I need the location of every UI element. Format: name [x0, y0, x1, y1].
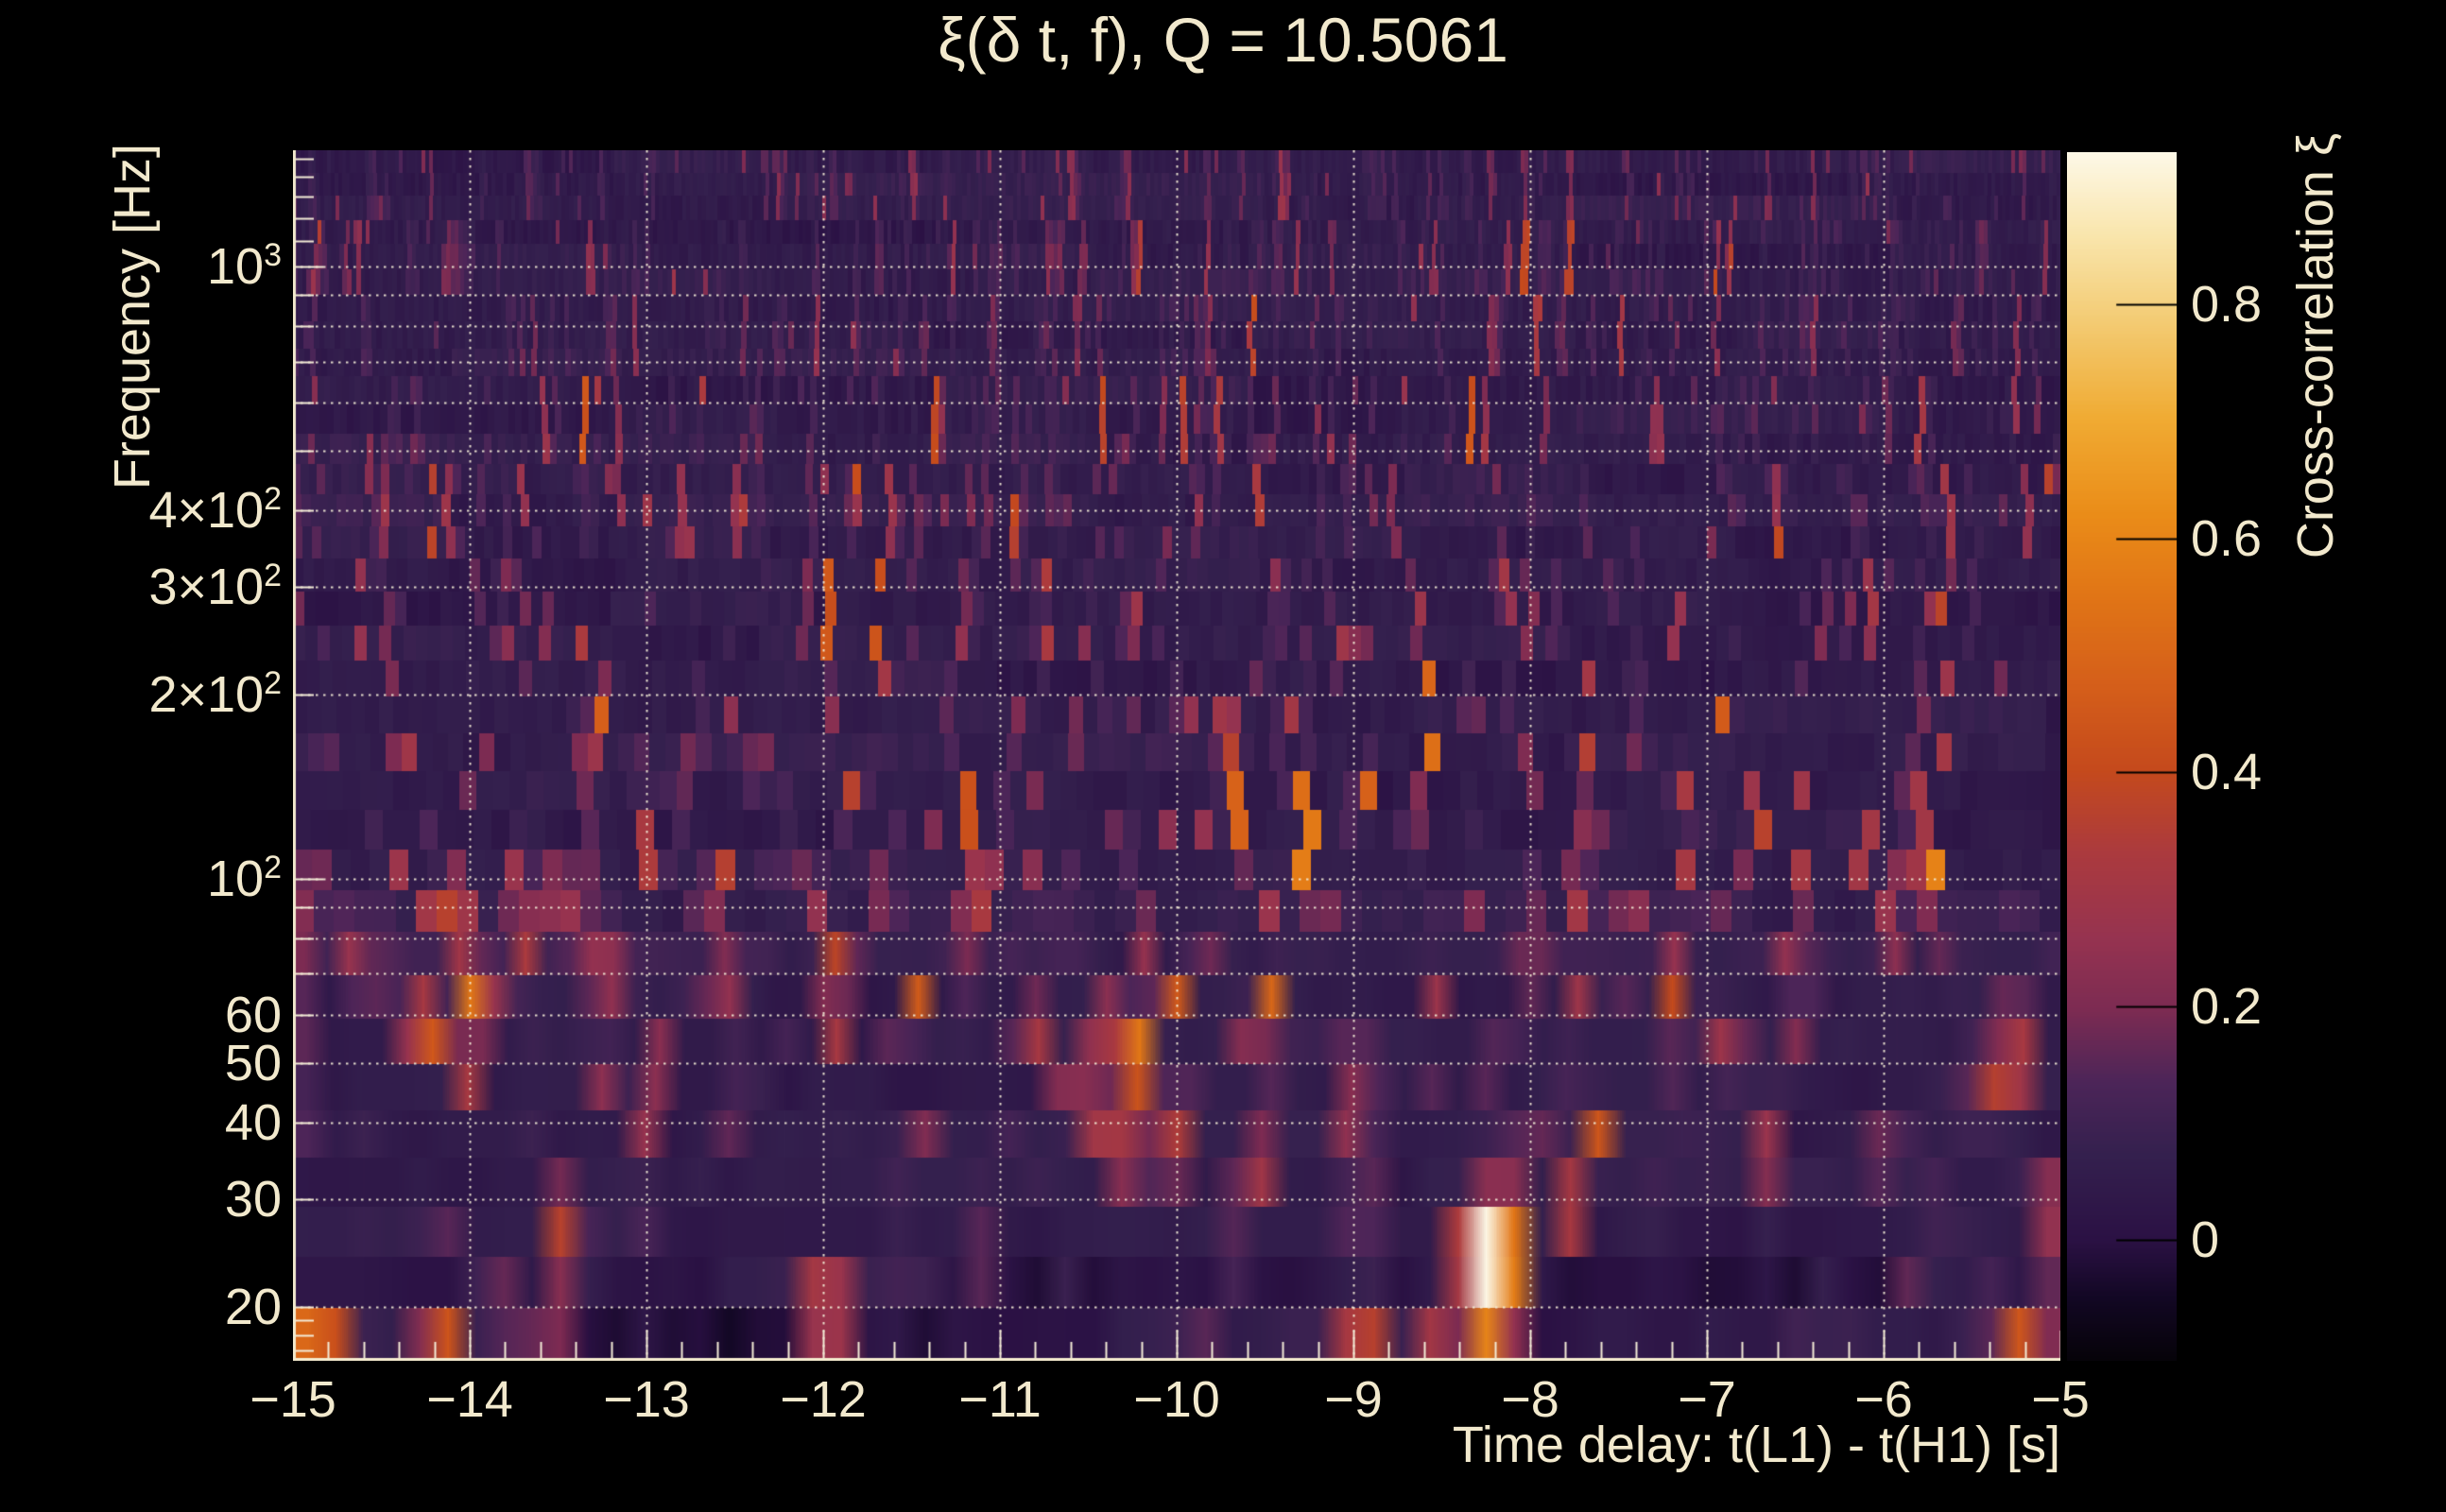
y-tick-label: 103: [207, 237, 282, 296]
colorbar-tick-label: 0.8: [2191, 275, 2263, 333]
x-tick-label: −15: [250, 1371, 336, 1428]
y-tick-label: 2×102: [148, 665, 282, 724]
y-tick-label: 3×102: [148, 557, 282, 615]
colorbar-title: Cross-correlation ξ: [2287, 132, 2344, 559]
plot-title: ξ(δ t, f), Q = 10.5061: [938, 5, 1508, 75]
x-tick-label: −11: [958, 1371, 1042, 1428]
y-tick-label: 4×102: [148, 480, 282, 539]
colorbar-tick-label: 0.6: [2191, 509, 2263, 567]
x-tick-label: −9: [1324, 1371, 1383, 1428]
colorbar: [2067, 152, 2177, 1361]
y-tick-label: 60: [224, 986, 282, 1043]
figure: ξ(δ t, f), Q = 10.5061 Frequency [Hz] 10…: [0, 0, 2446, 1512]
colorbar-tick-label: 0.2: [2191, 977, 2263, 1035]
y-tick-label: 30: [224, 1170, 282, 1228]
y-tick-label: 20: [224, 1278, 282, 1335]
colorbar-tick-label: 0: [2191, 1211, 2220, 1269]
y-tick-label: 50: [224, 1035, 282, 1092]
colorbar-tick-label: 0.4: [2191, 744, 2263, 801]
x-tick-label: −14: [426, 1371, 513, 1428]
x-tick-label: −13: [603, 1371, 690, 1428]
y-tick-label: 102: [207, 850, 282, 908]
spectrogram-heatmap: [293, 150, 2060, 1361]
x-tick-label: −12: [780, 1371, 867, 1428]
y-tick-label: 40: [224, 1093, 282, 1151]
x-axis-title: Time delay: t(L1) - t(H1) [s]: [1452, 1417, 2060, 1473]
x-tick-label: −10: [1133, 1371, 1220, 1428]
